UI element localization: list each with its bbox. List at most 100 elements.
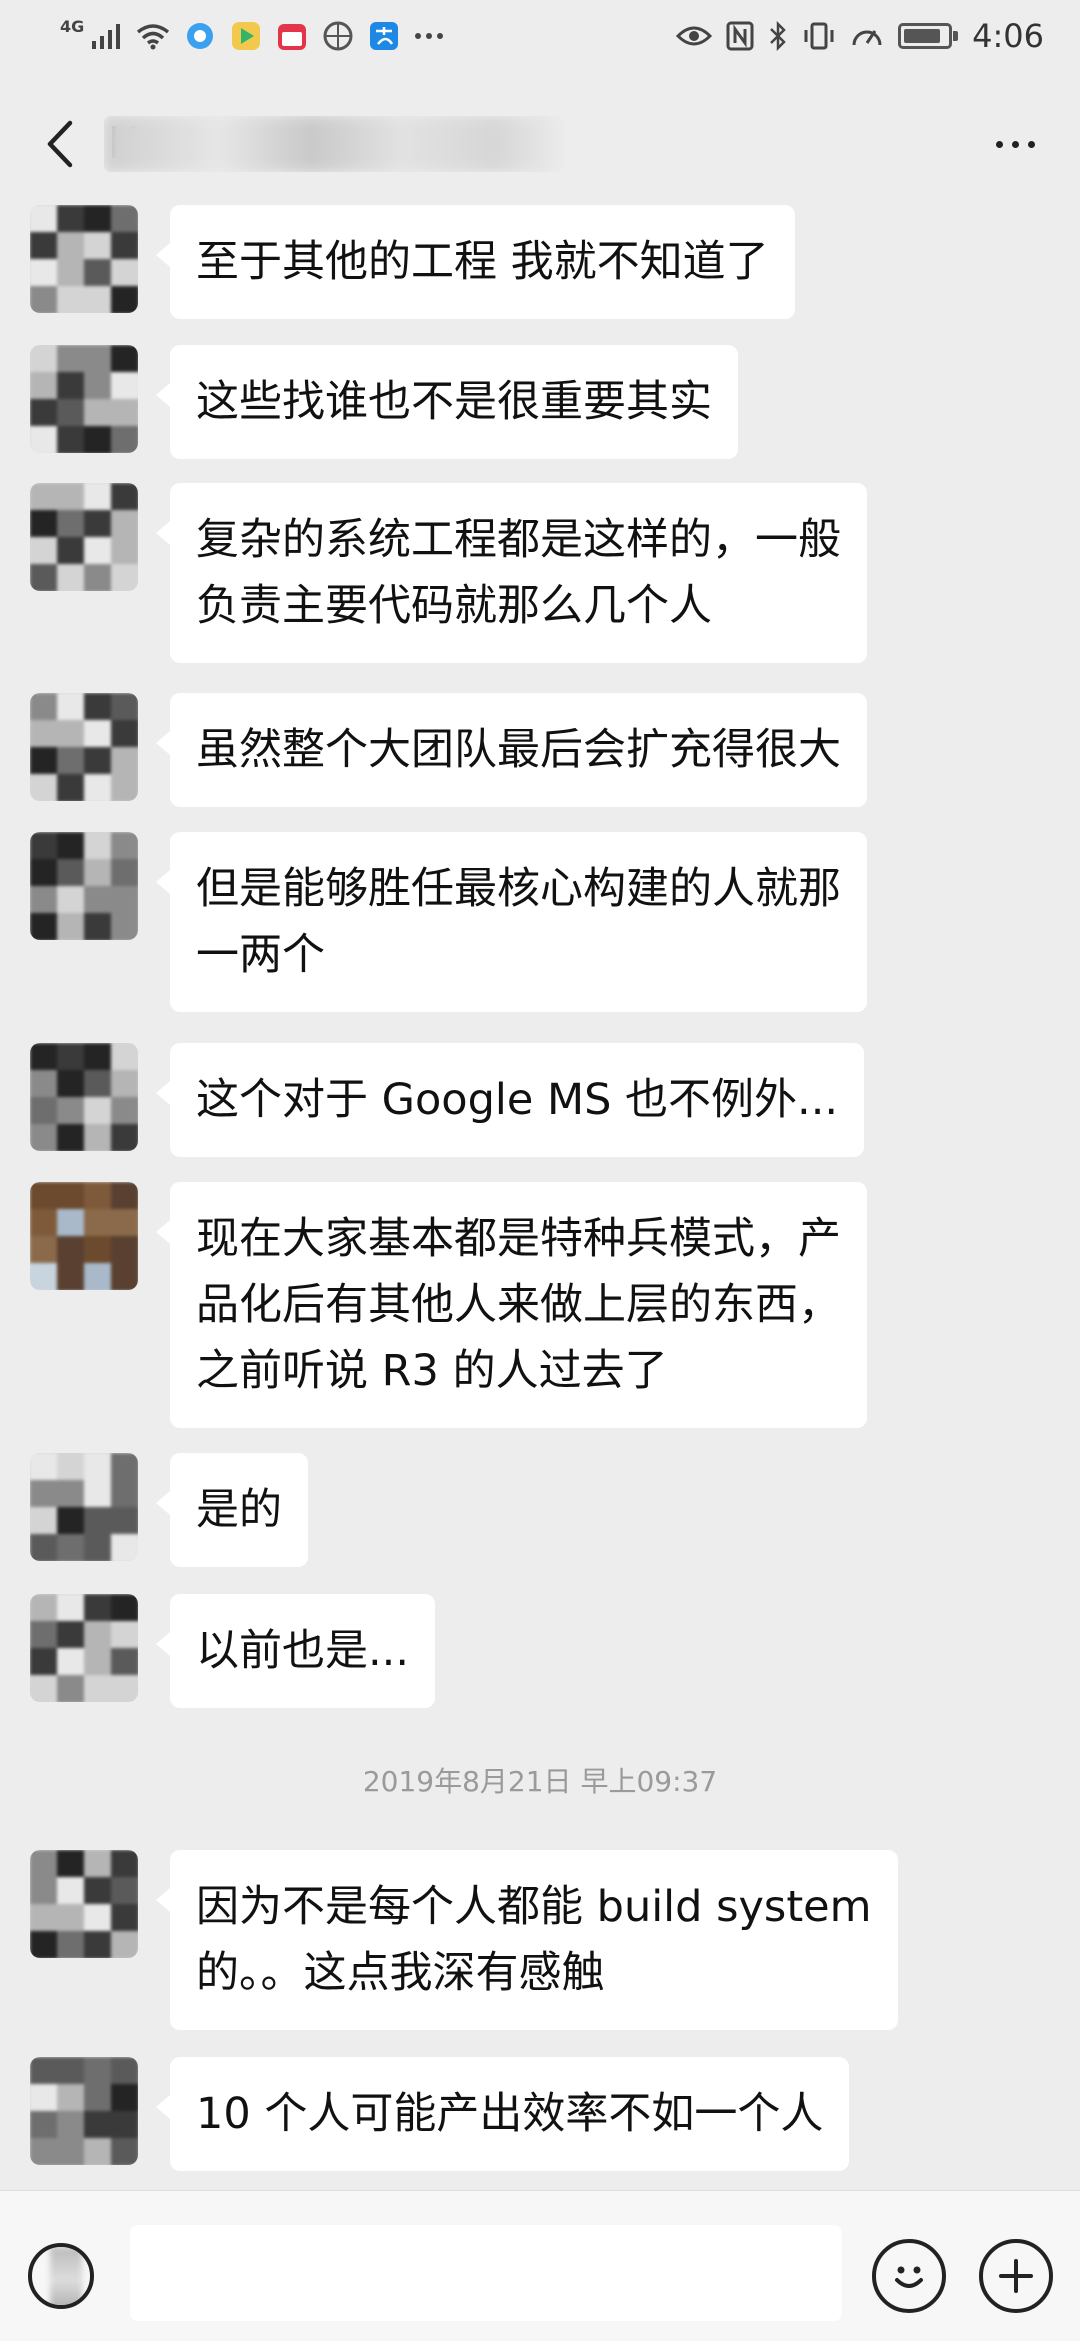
message-bubble[interactable]: 但是能够胜任最核心构建的人就那 一两个 [156,832,867,1012]
chat-title[interactable]: K [104,116,564,172]
avatar-pixel [111,886,138,914]
avatar-pixel [84,510,112,538]
avatar-pixel [84,1236,112,1264]
avatar-pixel [57,205,85,233]
avatar-pixel [111,693,138,721]
voice-input-button[interactable] [28,2243,94,2309]
avatar-pixel [57,720,85,748]
avatar-pixel [84,1043,112,1071]
more-functions-button[interactable] [979,2239,1053,2313]
avatar-pixel [111,1594,138,1622]
avatar-pixel [57,913,85,940]
browser-icon [322,20,354,52]
chevron-left-icon [47,120,73,168]
avatar[interactable] [30,1043,138,1151]
message-row: 现在大家基本都是特种兵模式，产 品化后有其他人来做上层的东西， 之前听说 R3 … [30,1182,867,1428]
message-bubble[interactable]: 10 个人可能产出效率不如一个人 [155,2057,850,2171]
avatar-pixel [84,286,112,313]
more-dot [995,140,1003,148]
avatar[interactable] [30,1850,138,1958]
avatar-pixel [30,1453,58,1481]
more-options-button[interactable] [980,122,1050,166]
status-bar-right: 4:06 [676,17,1044,55]
avatar-pixel [57,886,85,914]
avatar-pixel [84,774,112,801]
avatar-mosaic [30,693,138,801]
message-bubble[interactable]: 这个对于 Google MS 也不例外... [155,1043,865,1157]
message-row: 复杂的系统工程都是这样的，一般 负责主要代码就那么几个人 [30,483,867,663]
avatar-pixel [111,1480,138,1508]
avatar-pixel [84,886,112,914]
message-bubble[interactable]: 是的 [156,1453,308,1567]
avatar-pixel [111,774,138,801]
message-bubble[interactable]: 因为不是每个人都能 build system 的。。这点我深有感触 [156,1850,898,2030]
avatar-pixel [57,1263,85,1290]
avatar-pixel [30,720,58,748]
avatar[interactable] [30,1453,138,1561]
avatar[interactable] [30,1182,138,1290]
avatar[interactable] [30,2057,138,2165]
avatar-pixel [57,1904,85,1932]
avatar-pixel [30,774,58,801]
avatar[interactable] [30,693,138,801]
avatar-pixel [57,483,85,511]
avatar-pixel [111,1182,138,1210]
avatar-pixel [57,426,85,453]
avatar-pixel [30,259,58,287]
avatar-pixel [84,2111,112,2139]
avatar-pixel [30,2138,58,2165]
more-icon [414,32,444,40]
message-bubble[interactable]: 虽然整个大团队最后会扩充得很大 [156,693,867,807]
avatar-pixel [57,399,85,427]
avatar-pixel [111,483,138,511]
avatar-pixel [111,832,138,860]
back-button[interactable] [34,116,84,172]
avatar-pixel [111,1453,138,1481]
avatar-pixel [84,832,112,860]
calendar-app-icon [276,20,308,52]
avatar[interactable] [30,832,138,940]
avatar-mosaic [30,205,138,313]
eye-icon [676,24,713,48]
smiley-icon [895,2266,923,2288]
message-bubble[interactable]: 现在大家基本都是特种兵模式，产 品化后有其他人来做上层的东西， 之前听说 R3 … [156,1182,867,1428]
avatar-pixel [57,1507,85,1535]
avatar-pixel [84,720,112,748]
status-bar: 4G 4:06 [0,0,1080,72]
avatar-pixel [84,1480,112,1508]
avatar-mosaic [30,1182,138,1290]
avatar-pixel [30,510,58,538]
message-row: 以前也是... [30,1594,436,1708]
avatar-pixel [30,886,58,914]
avatar-pixel [111,720,138,748]
message-bubble[interactable]: 至于其他的工程 我就不知道了 [156,205,795,319]
avatar-pixel [84,205,112,233]
avatar-pixel [30,1904,58,1932]
message-row: 虽然整个大团队最后会扩充得很大 [30,693,867,807]
avatar[interactable] [30,205,138,313]
avatar-pixel [30,345,58,373]
emoji-button[interactable] [872,2239,946,2313]
chat-title-redaction [104,116,564,172]
avatar-pixel [57,1070,85,1098]
avatar[interactable] [30,483,138,591]
message-bubble[interactable]: 以前也是... [155,1594,436,1708]
avatar-pixel [111,510,138,538]
message-input[interactable] [130,2225,842,2321]
avatar-pixel [30,372,58,400]
avatar-mosaic [30,2057,138,2165]
message-row: 但是能够胜任最核心构建的人就那 一两个 [30,832,867,1012]
avatar-pixel [111,1621,138,1649]
avatar-pixel [57,345,85,373]
avatar-pixel [111,1648,138,1676]
avatar-pixel [84,483,112,511]
message-bubble[interactable]: 复杂的系统工程都是这样的，一般 负责主要代码就那么几个人 [156,483,867,663]
avatar-pixel [57,747,85,775]
avatar[interactable] [30,1594,138,1702]
message-bubble[interactable]: 这些找谁也不是很重要其实 [156,345,738,459]
avatar-pixel [30,2084,58,2112]
avatar-pixel [30,1931,58,1958]
avatar-pixel [57,2084,85,2112]
avatar-pixel [57,832,85,860]
avatar[interactable] [30,345,138,453]
